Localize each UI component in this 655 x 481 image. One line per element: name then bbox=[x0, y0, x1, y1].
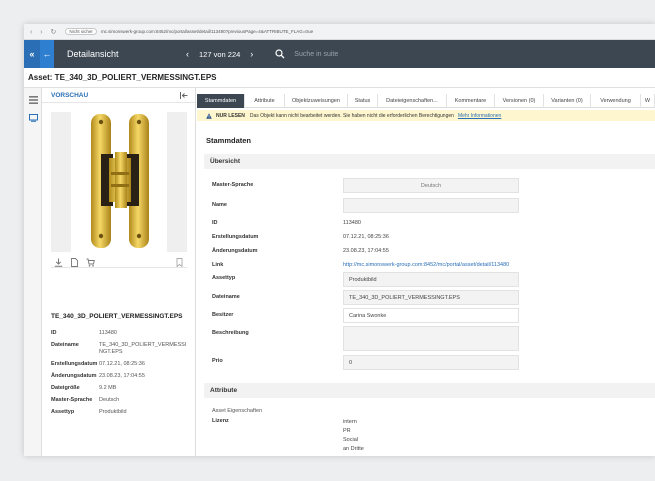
asset-properties-label: Asset Eigenschaften bbox=[212, 408, 263, 414]
list-icon[interactable] bbox=[29, 96, 38, 104]
asset-pager: ‹ 127 von 224 › bbox=[181, 49, 258, 59]
assettype-field[interactable]: Produktbild bbox=[343, 272, 519, 287]
browser-nav-icons[interactable]: ‹ › ↻ bbox=[30, 28, 59, 36]
owner-label: Besitzer bbox=[212, 312, 234, 318]
asset-link[interactable]: http://mc.simonswerk-group.com:8452/mc/p… bbox=[343, 262, 509, 268]
license-label: Lizenz bbox=[212, 418, 229, 424]
tab-stammdaten[interactable]: Stammdaten bbox=[197, 94, 245, 108]
filename-field[interactable]: TE_340_3D_POLIERT_VERMESSINGT.EPS bbox=[343, 290, 519, 305]
description-field[interactable] bbox=[343, 326, 519, 351]
security-badge[interactable]: Nicht sicher bbox=[65, 28, 97, 35]
master-language-field[interactable]: Deutsch bbox=[343, 178, 519, 193]
meta-row-filename: Dateiname TE_340_3D_POLIERT_VERMESSINGT.E… bbox=[51, 342, 187, 355]
tab-more[interactable]: W bbox=[641, 94, 655, 108]
next-asset-button[interactable]: › bbox=[245, 49, 258, 59]
owner-field[interactable]: Carina Swonke bbox=[343, 308, 519, 323]
search-input[interactable]: Suche in suite bbox=[294, 51, 338, 58]
meta-row-assettype: Assettyp Produktbild bbox=[51, 409, 127, 415]
id-label: ID bbox=[212, 220, 218, 226]
name-field[interactable] bbox=[343, 198, 519, 213]
asset-counter: 127 von 224 bbox=[199, 49, 241, 59]
tab-status[interactable]: Status bbox=[348, 94, 378, 108]
tab-attribute[interactable]: Attribute bbox=[245, 94, 285, 108]
priority-label: Prio bbox=[212, 358, 223, 364]
preview-heading: VORSCHAU bbox=[51, 91, 89, 99]
tab-verwendung[interactable]: Verwendung bbox=[591, 94, 641, 108]
meta-row-filesize: Dateigröße 9.2 MB bbox=[51, 385, 117, 391]
page-title: Detailansicht bbox=[67, 49, 119, 59]
name-label: Name bbox=[212, 202, 227, 208]
readonly-warning: NUR LESEN Das Objekt kann nicht bearbeit… bbox=[197, 110, 655, 121]
preview-header: VORSCHAU bbox=[42, 88, 195, 103]
download-icon[interactable] bbox=[54, 258, 63, 267]
id-value: 113480 bbox=[343, 220, 361, 226]
modified-value: 23.08.23, 17:04:55 bbox=[343, 248, 389, 254]
collapse-panel-icon[interactable] bbox=[180, 91, 188, 99]
document-icon[interactable] bbox=[70, 258, 79, 267]
license-option[interactable]: intern bbox=[343, 419, 357, 425]
meta-row-id: ID 113480 bbox=[51, 330, 117, 336]
priority-field[interactable]: 0 bbox=[343, 355, 519, 370]
tab-versionen[interactable]: Versionen (0) bbox=[495, 94, 544, 108]
collapse-sidebar-button[interactable]: « bbox=[24, 40, 40, 68]
description-label: Beschreibung bbox=[212, 330, 249, 336]
asset-preview-image[interactable] bbox=[51, 112, 187, 252]
filename-label: Dateiname bbox=[212, 294, 240, 300]
license-option[interactable]: Social bbox=[343, 437, 358, 443]
meta-row-created: Erstellungsdatum 07.12.21, 08:25:36 bbox=[51, 361, 145, 367]
bookmark-icon[interactable] bbox=[175, 258, 184, 267]
section-title: Stammdaten bbox=[206, 136, 252, 145]
meta-row-modified: Änderungsdatum 23.08.23, 17:04:55 bbox=[51, 373, 145, 379]
url-text[interactable]: mc.simonswerk-group.com:8452/mc/portal/a… bbox=[101, 29, 313, 34]
hinge-illustration bbox=[91, 114, 149, 248]
master-language-label: Master-Sprache bbox=[212, 182, 254, 188]
created-label: Erstellungsdatum bbox=[212, 234, 259, 240]
detail-tabs: Stammdaten Attribute Objektzuweisungen S… bbox=[197, 94, 655, 108]
meta-row-language: Master-Sprache Deutsch bbox=[51, 397, 120, 403]
preview-filename: TE_340_3D_POLIERT_VERMESSINGT.EPS bbox=[51, 313, 183, 320]
assettype-label: Assettyp bbox=[212, 275, 236, 281]
preview-actions bbox=[51, 258, 187, 268]
overview-heading: Übersicht bbox=[204, 154, 655, 169]
left-rail bbox=[24, 88, 42, 456]
tab-varianten[interactable]: Varianten (0) bbox=[544, 94, 591, 108]
warning-text: Das Objekt kann nicht bearbeitet werden.… bbox=[249, 112, 454, 119]
back-button[interactable]: ← bbox=[40, 40, 54, 68]
license-option[interactable]: an Dritte bbox=[343, 446, 364, 452]
arrow-left-icon: ← bbox=[42, 49, 52, 59]
asset-title: Asset: TE_340_3D_POLIERT_VERMESSINGT.EPS bbox=[24, 68, 655, 88]
attributes-heading: Attribute bbox=[204, 383, 655, 398]
readonly-badge: NUR LESEN bbox=[216, 112, 245, 119]
app-header: « ← Detailansicht ‹ 127 von 224 › Suche … bbox=[24, 40, 655, 68]
tab-dateieigenschaften[interactable]: Dateieigenschaften... bbox=[378, 94, 447, 108]
preview-metadata: ID 113480 Dateiname TE_340_3D_POLIERT_VERM… bbox=[51, 330, 191, 421]
app-window: ‹ › ↻ Nicht sicher mc.simonswerk-group.c… bbox=[24, 24, 655, 456]
created-value: 07.12.21, 08:25:36 bbox=[343, 234, 389, 240]
add-to-cart-icon[interactable] bbox=[86, 258, 95, 267]
warning-icon bbox=[206, 112, 212, 119]
tab-kommentare[interactable]: Kommentare bbox=[447, 94, 495, 108]
tab-objektzuweisungen[interactable]: Objektzuweisungen bbox=[285, 94, 348, 108]
browser-address-bar[interactable]: ‹ › ↻ Nicht sicher mc.simonswerk-group.c… bbox=[24, 24, 655, 40]
license-option[interactable]: PR bbox=[343, 428, 351, 434]
preview-panel: VORSCHAU TE_340_3D_POLIERT_VERMESSINGT.E… bbox=[42, 88, 196, 456]
search-icon[interactable] bbox=[275, 49, 285, 59]
more-info-link[interactable]: Mehr Informationen bbox=[458, 113, 501, 119]
modified-label: Änderungsdatum bbox=[212, 248, 258, 254]
monitor-icon[interactable] bbox=[29, 114, 38, 122]
link-label: Link bbox=[212, 262, 224, 268]
double-chevron-left-icon: « bbox=[29, 49, 35, 59]
previous-asset-button[interactable]: ‹ bbox=[181, 49, 194, 59]
